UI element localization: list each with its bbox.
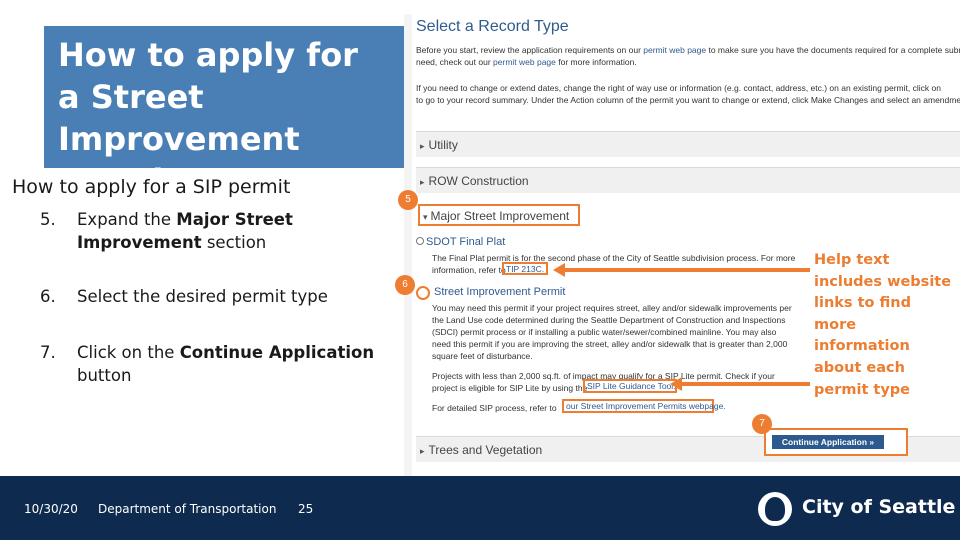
footer-bar: 10/30/20 Department of Transportation 25…	[0, 476, 960, 540]
option2-desc-4: need this permit if you are improving th…	[432, 339, 788, 349]
slide-subtitle: How to apply for a SIP permit	[12, 176, 291, 198]
intro-text: to make sure you have the documents requ…	[706, 45, 960, 55]
step-7-badge: 7	[752, 414, 772, 434]
street-improvement-radio[interactable]	[416, 286, 430, 300]
arrow-head-icon	[553, 263, 565, 277]
permit-web-page-link[interactable]: permit web page	[643, 45, 706, 55]
option2-desc-2: the Land Use code determined during the …	[432, 315, 786, 325]
option2-desc-5: square feet of disturbance.	[432, 351, 533, 361]
detail-desc: For detailed SIP process, refer to	[432, 403, 557, 413]
continue-application-button[interactable]: Continue Application »	[772, 435, 884, 449]
title-box: How to apply for a Street Improvement Pe…	[44, 26, 404, 200]
option1-desc-2: information, refer to	[432, 265, 506, 275]
option-street-improvement-permit[interactable]: Street Improvement Permit	[434, 286, 565, 298]
chevron-right-icon: ▸	[420, 177, 425, 187]
step-text-post: section	[201, 233, 267, 252]
intro-line-2: need, check out our permit web page for …	[416, 56, 960, 68]
section-label: Trees and Vegetation	[428, 443, 543, 457]
intro-text: for more information.	[555, 57, 637, 67]
step-text-pre: Expand the	[77, 210, 177, 229]
radio-icon[interactable]	[416, 237, 424, 245]
city-logo-text: City of Seattle	[802, 496, 956, 518]
footer-page-number: 25	[298, 502, 314, 516]
sip-lite-desc-2: project is eligible for SIP Lite by usin…	[432, 383, 588, 393]
record-type-title: Select a Record Type	[416, 18, 569, 35]
step-number: 5.	[40, 210, 56, 229]
continue-highlight: Continue Application »	[764, 428, 908, 456]
intro-text: need, check out our	[416, 57, 494, 67]
step-6-badge: 6	[395, 275, 415, 295]
help-text-callout: Help text includes website links to find…	[814, 252, 952, 398]
intro-text: Before you start, review the application…	[416, 45, 644, 55]
tip-213c-link[interactable]: TIP 213C.	[502, 262, 548, 275]
permit-web-page-link[interactable]: permit web page	[493, 57, 556, 67]
change-line-1: If you need to change or extend dates, c…	[416, 83, 941, 93]
section-utility[interactable]: ▸ Utility	[416, 131, 960, 157]
section-row-construction[interactable]: ▸ ROW Construction	[416, 167, 960, 193]
section-label: Major Street Improvement	[430, 209, 570, 223]
option-label: SDOT Final Plat	[426, 236, 506, 248]
chevron-right-icon: ▸	[420, 141, 425, 151]
footer-department: Department of Transportation	[98, 502, 277, 516]
step-text-pre: Select the desired permit type	[77, 287, 328, 306]
option-sdot-final-plat[interactable]: SDOT Final Plat	[416, 236, 505, 248]
step-5-badge: 5	[398, 190, 418, 210]
step-text: Select the desired permit type	[40, 285, 390, 308]
step-number: 7.	[40, 343, 56, 362]
step-text-post: button	[77, 366, 132, 385]
arrow-to-sip-lite-link	[682, 382, 810, 386]
option2-desc-3: (SDCI) permit process or if installing a…	[432, 327, 777, 337]
step-text-bold: Continue Application	[179, 343, 375, 362]
record-type-screenshot: Select a Record Type Before you start, r…	[404, 14, 960, 476]
step-text: Expand the Major Street Improvement sect…	[40, 208, 390, 254]
seal-profile	[765, 497, 785, 521]
city-seal-icon	[758, 492, 792, 526]
chevron-right-icon: ▸	[420, 446, 425, 456]
option2-desc-1: You may need this permit if your project…	[432, 303, 792, 313]
sip-webpage-link[interactable]: our Street Improvement Permits webpage.	[562, 399, 726, 413]
step-text-pre: Click on the	[77, 343, 180, 362]
change-line-2: to go to your record summary. Under the …	[416, 95, 960, 105]
step-7: 7. Click on the Continue Application but…	[40, 341, 390, 387]
step-text: Click on the Continue Application button	[40, 341, 390, 387]
record-type-panel: Select a Record Type Before you start, r…	[412, 14, 960, 476]
footer-date: 10/30/20	[24, 502, 78, 516]
option1-desc: The Final Plat permit is for the second …	[432, 253, 796, 263]
section-label: ROW Construction	[428, 174, 529, 188]
step-5: 5. Expand the Major Street Improvement s…	[40, 208, 390, 254]
arrow-to-tip-link	[565, 268, 810, 272]
arrow-head-icon	[670, 377, 682, 391]
intro-line-1: Before you start, review the application…	[416, 44, 960, 56]
step-number: 6.	[40, 287, 56, 306]
chevron-down-icon: ▾	[423, 212, 428, 222]
sip-lite-guidance-link[interactable]: SIP Lite Guidance Tool.	[583, 379, 677, 393]
section-major-street-improvement[interactable]: ▾ Major Street Improvement	[418, 204, 580, 226]
step-6: 6. Select the desired permit type	[40, 285, 390, 308]
section-label: Utility	[428, 138, 458, 152]
